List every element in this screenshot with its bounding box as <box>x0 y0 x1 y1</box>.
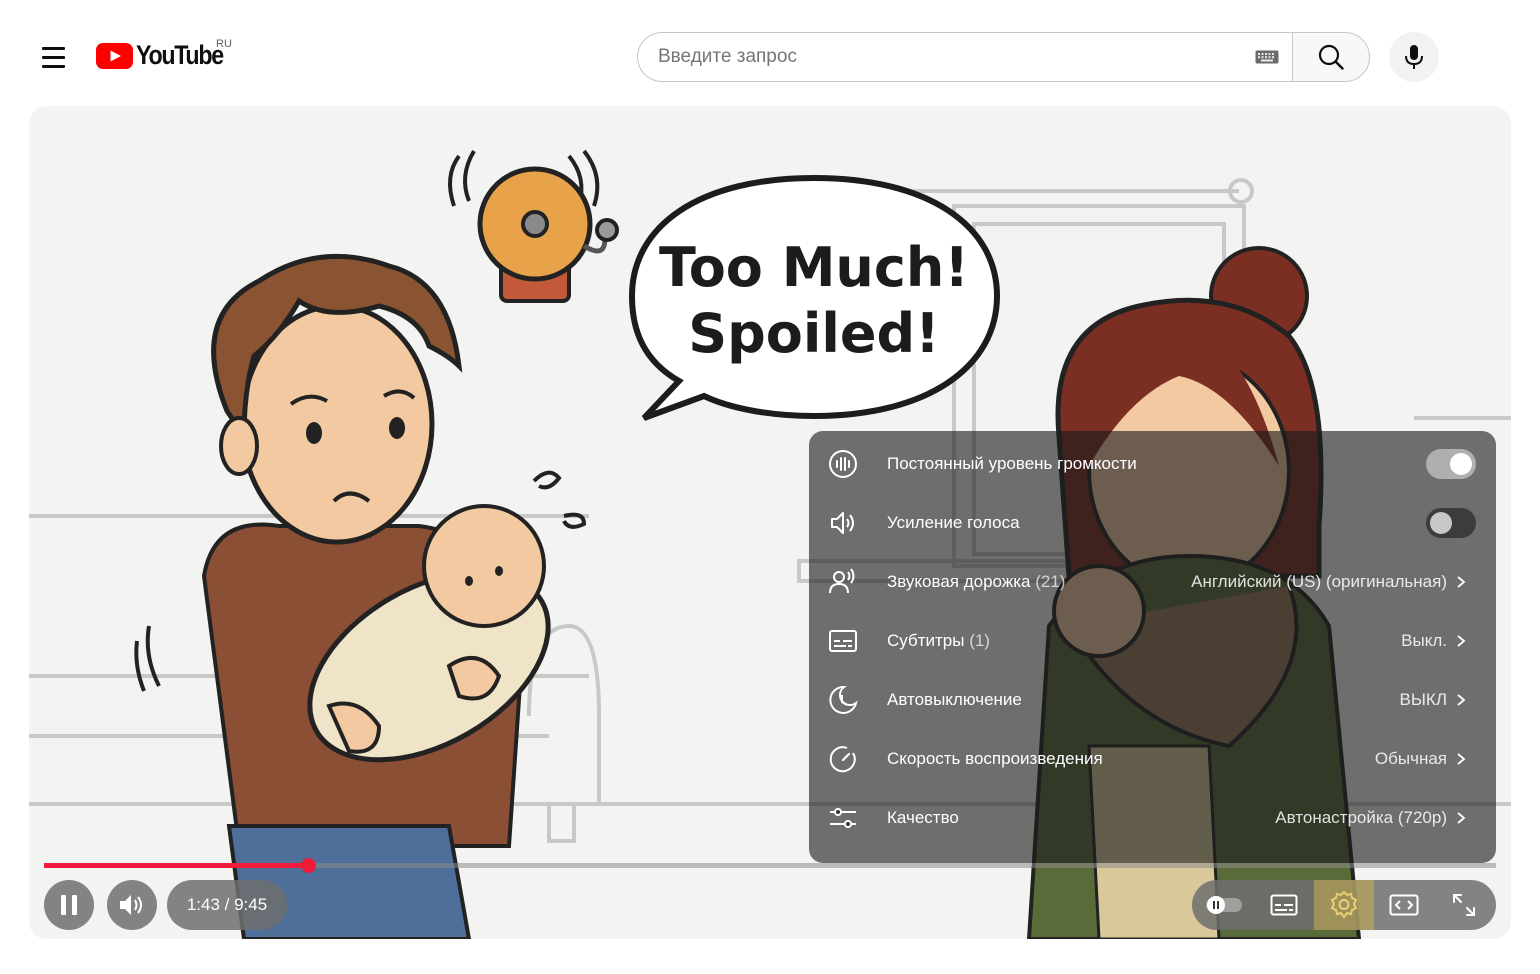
subtitles-icon <box>1270 894 1298 916</box>
progress-played <box>44 863 308 868</box>
voice-boost-icon <box>831 512 854 534</box>
menu-item-audio-track[interactable]: Звуковая дорожка (21) Английский (US) (о… <box>809 553 1496 611</box>
quality-value: Автонастройка (720p) <box>1275 808 1447 827</box>
time-display: 1:43 / 9:45 <box>167 880 287 930</box>
right-controls <box>1192 880 1496 930</box>
youtube-play-logo-icon <box>96 42 133 69</box>
subtitles-button[interactable] <box>1254 880 1314 930</box>
menu-label-stable-volume: Постоянный уровень громкости <box>887 454 1137 473</box>
search-button[interactable] <box>1292 32 1370 82</box>
volume-level-icon <box>829 450 857 478</box>
search-input[interactable] <box>658 46 1255 68</box>
menu-label-subtitles: Субтитры (1) <box>887 631 990 650</box>
time-text: 1:43 / 9:45 <box>186 895 268 914</box>
speech-bubble-line-1: Too Much! <box>659 236 969 299</box>
keyboard-icon[interactable] <box>1255 50 1279 64</box>
menu-icon[interactable] <box>30 34 76 80</box>
fullscreen-icon <box>1453 894 1475 916</box>
country-code: RU <box>216 38 232 50</box>
menu-item-stable-volume[interactable]: Постоянный уровень громкости <box>809 435 1496 493</box>
playback-speed-value: Обычная <box>1374 749 1447 768</box>
quality-icon <box>830 808 856 828</box>
audio-track-value: Английский (US) (оригинальная) <box>1191 572 1447 591</box>
mute-button[interactable] <box>107 880 157 930</box>
menu-label-voice-boost: Усиление голоса <box>887 513 1020 532</box>
menu-item-sleep-timer[interactable]: Автовыключение ВЫКЛ <box>809 671 1496 729</box>
autoplay-toggle-icon <box>1206 896 1242 914</box>
audio-track-icon <box>829 568 855 594</box>
chevron-right-icon <box>1457 812 1466 824</box>
menu-label-quality: Качество <box>887 808 959 827</box>
playback-speed-icon <box>829 746 856 773</box>
microphone-icon <box>1405 45 1423 69</box>
menu-label-sleep-timer: Автовыключение <box>887 690 1022 709</box>
menu-label-audio-track: Звуковая дорожка (21) <box>887 572 1066 591</box>
menu-label-playback-speed: Скорость воспроизведения <box>887 749 1103 768</box>
chevron-right-icon <box>1457 576 1466 588</box>
pause-icon <box>61 895 77 915</box>
chevron-right-icon <box>1457 753 1466 765</box>
video-player[interactable]: Too Much! Spoiled! Постоянный уровень гр… <box>29 106 1511 939</box>
menu-item-voice-boost[interactable]: Усиление голоса <box>809 494 1496 552</box>
sleep-timer-value: ВЫКЛ <box>1399 690 1447 709</box>
autoplay-toggle[interactable] <box>1194 880 1254 930</box>
subtitles-icon <box>829 630 857 652</box>
settings-gear-icon <box>1330 890 1358 919</box>
speech-bubble-line-2: Spoiled! <box>688 302 940 365</box>
theater-mode-button[interactable] <box>1374 880 1434 930</box>
stable-volume-toggle[interactable] <box>1426 449 1476 479</box>
search-icon <box>1318 44 1344 70</box>
menu-item-quality[interactable]: Качество Автонастройка (720p) <box>809 789 1496 847</box>
play-pause-button[interactable] <box>44 880 94 930</box>
theater-mode-icon <box>1389 894 1419 916</box>
logo-wordmark: YouTube <box>136 40 224 70</box>
menu-item-subtitles[interactable]: Субтитры (1) Выкл. <box>809 612 1496 670</box>
voice-search-button[interactable] <box>1389 32 1439 82</box>
volume-icon <box>120 895 142 915</box>
subtitles-value: Выкл. <box>1401 631 1447 650</box>
settings-button[interactable] <box>1314 880 1374 930</box>
fullscreen-button[interactable] <box>1434 880 1494 930</box>
voice-boost-toggle[interactable] <box>1426 508 1476 538</box>
chevron-right-icon <box>1457 694 1466 706</box>
progress-bar[interactable] <box>44 858 1496 873</box>
settings-menu: Постоянный уровень громкости Усиление го… <box>809 431 1496 863</box>
scrubber-handle[interactable] <box>300 858 316 873</box>
sleep-timer-icon <box>829 685 858 714</box>
menu-item-playback-speed[interactable]: Скорость воспроизведения Обычная <box>809 730 1496 788</box>
chevron-right-icon <box>1457 635 1466 647</box>
masthead: YouTube RU <box>0 0 1540 106</box>
search-bar <box>637 32 1293 82</box>
